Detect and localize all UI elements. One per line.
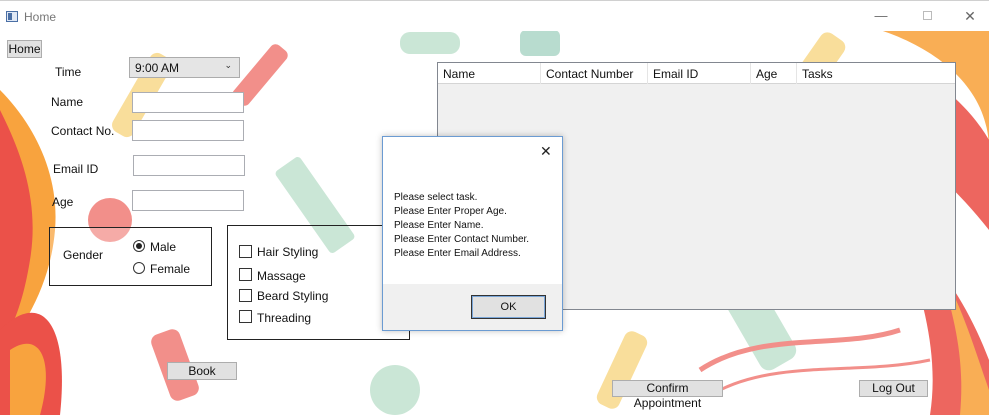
age-label: Age <box>52 195 74 209</box>
gender-label: Gender <box>63 248 104 262</box>
email-input[interactable] <box>133 155 245 176</box>
maximize-button[interactable] <box>912 5 942 27</box>
gender-female-label: Female <box>150 262 191 276</box>
dialog-message-line: Please Enter Email Address. <box>394 248 521 259</box>
home-button[interactable]: Home <box>7 40 42 58</box>
name-label: Name <box>51 95 84 109</box>
threading-checkbox[interactable] <box>239 310 252 323</box>
book-button[interactable]: Book <box>167 362 237 380</box>
time-select-value: 9:00 AM <box>135 61 180 75</box>
validation-dialog: ✕ Please select task. Please Enter Prope… <box>382 136 563 331</box>
gender-male-label: Male <box>150 240 177 254</box>
massage-checkbox[interactable] <box>239 268 252 281</box>
dialog-ok-button[interactable]: OK <box>471 295 546 319</box>
grid-column-contact-number[interactable]: Contact Number <box>541 63 648 84</box>
window-close-button[interactable]: ✕ <box>955 5 985 27</box>
dialog-message-line: Please Enter Name. <box>394 220 484 231</box>
dialog-message-line: Please Enter Proper Age. <box>394 206 507 217</box>
grid-header: Name Contact Number Email ID Age Tasks <box>438 63 955 84</box>
massage-label: Massage <box>257 269 306 283</box>
email-label: Email ID <box>53 162 99 176</box>
grid-column-email-id[interactable]: Email ID <box>648 63 751 84</box>
time-select[interactable]: 9:00 AM ⌄ <box>129 57 240 78</box>
beard-styling-label: Beard Styling <box>257 289 329 303</box>
confirm-appointment-button[interactable]: Confirm Appointment <box>612 380 723 410</box>
dialog-close-button[interactable]: ✕ <box>540 143 552 160</box>
logout-button[interactable]: Log Out <box>859 380 928 397</box>
gender-female-radio[interactable] <box>133 262 145 274</box>
time-label: Time <box>55 65 82 79</box>
hair-styling-label: Hair Styling <box>257 245 319 259</box>
window-title: Home <box>24 10 57 24</box>
grid-column-name[interactable]: Name <box>438 63 541 84</box>
contact-input[interactable] <box>132 120 244 141</box>
threading-label: Threading <box>257 311 312 325</box>
window-titlebar: Home — ✕ <box>0 0 989 31</box>
chevron-down-icon: ⌄ <box>224 60 232 70</box>
minimize-button[interactable]: — <box>866 5 896 27</box>
name-input[interactable] <box>132 92 244 113</box>
dialog-message-line: Please select task. <box>394 192 478 203</box>
age-input[interactable] <box>132 190 244 211</box>
maximize-icon <box>922 11 932 20</box>
grid-column-age[interactable]: Age <box>751 63 797 84</box>
contact-label: Contact No. <box>51 124 115 138</box>
dialog-footer: OK <box>383 284 562 330</box>
grid-column-tasks[interactable]: Tasks <box>797 63 955 84</box>
hair-styling-checkbox[interactable] <box>239 245 252 258</box>
beard-styling-checkbox[interactable] <box>239 289 252 302</box>
dialog-message: Please select task. Please Enter Proper … <box>394 191 529 261</box>
dialog-message-line: Please Enter Contact Number. <box>394 234 530 245</box>
app-icon <box>6 11 18 22</box>
gender-male-radio[interactable] <box>133 240 145 252</box>
